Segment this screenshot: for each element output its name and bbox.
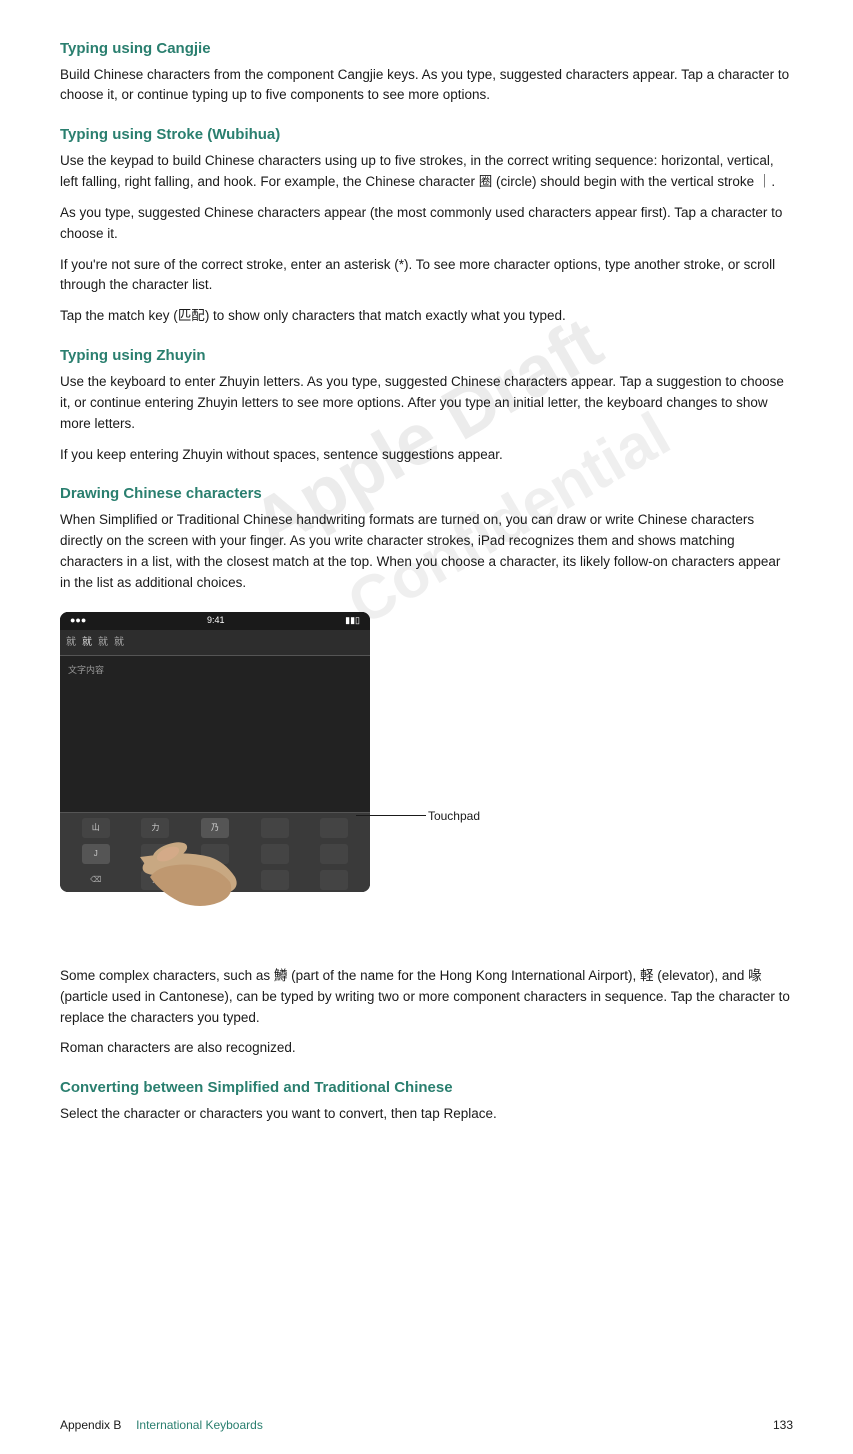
para-cangjie-1: Build Chinese characters from the compon…	[60, 65, 793, 107]
para-drawing-3: Roman characters are also recognized.	[60, 1038, 793, 1059]
page-footer: Appendix B International Keyboards 133	[0, 1416, 853, 1434]
para-stroke-2: As you type, suggested Chinese character…	[60, 203, 793, 245]
heading-converting: Converting between Simplified and Tradit…	[60, 1077, 793, 1100]
para-drawing-2: Some complex characters, such as 鱒 (part…	[60, 966, 793, 1029]
para-stroke-3: If you're not sure of the correct stroke…	[60, 255, 793, 297]
ipad-image-block: ●●● 9:41 ▮▮▯ 就 就 就 就 文	[60, 612, 370, 892]
heading-zhuyin: Typing using Zhuyin	[60, 345, 793, 368]
heading-cangjie: Typing using Cangjie	[60, 38, 793, 61]
heading-drawing: Drawing Chinese characters	[60, 483, 793, 506]
touchpad-label: Touchpad	[426, 807, 480, 825]
footer-page-number: 133	[773, 1416, 793, 1434]
ipad-screen: ●●● 9:41 ▮▮▯ 就 就 就 就 文	[60, 612, 370, 812]
footer-section-label: International Keyboards	[136, 1416, 263, 1434]
hand-gesture	[110, 802, 270, 922]
heading-stroke: Typing using Stroke (Wubihua)	[60, 124, 793, 147]
para-drawing-1: When Simplified or Traditional Chinese h…	[60, 510, 793, 594]
footer-separator	[125, 1416, 132, 1434]
para-zhuyin-2: If you keep entering Zhuyin without spac…	[60, 445, 793, 466]
touchpad-line	[356, 815, 426, 816]
para-stroke-4: Tap the match key (匹配) to show only char…	[60, 306, 793, 327]
para-stroke-1: Use the keypad to build Chinese characte…	[60, 151, 793, 193]
para-converting-1: Select the character or characters you w…	[60, 1104, 793, 1125]
touchpad-label-container: Touchpad	[356, 807, 480, 825]
footer-appendix-label: Appendix B	[60, 1416, 121, 1434]
footer-left: Appendix B International Keyboards	[60, 1416, 263, 1434]
para-zhuyin-1: Use the keyboard to enter Zhuyin letters…	[60, 372, 793, 435]
